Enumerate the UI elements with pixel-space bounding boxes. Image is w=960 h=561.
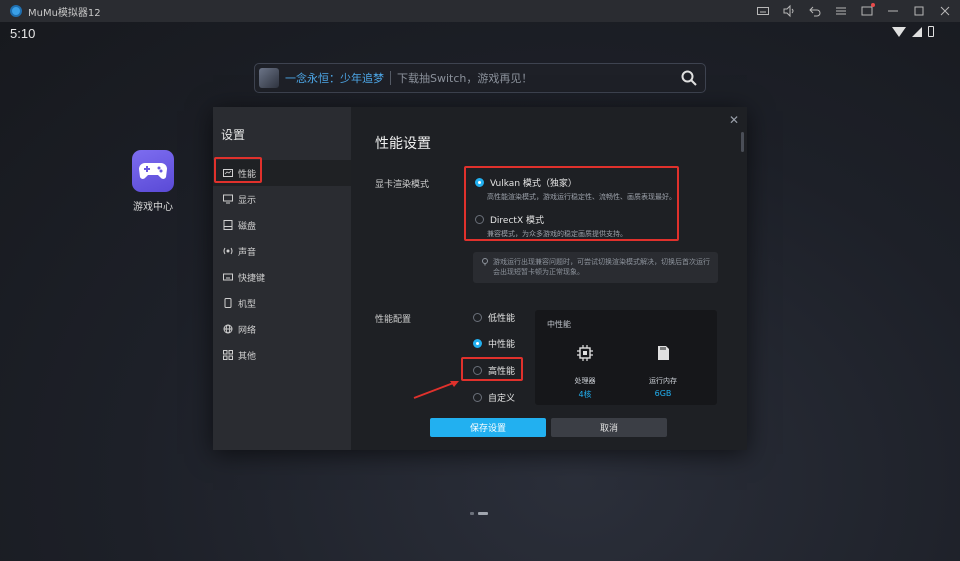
radio-unselected[interactable] [473, 393, 482, 402]
close-icon[interactable]: ✕ [729, 113, 739, 127]
settings-content: ✕ 性能设置 显卡渲染模式 Vulkan 模式（独家） 高性能渲染模式，游戏运行… [351, 107, 747, 450]
game-center-app[interactable]: 游戏中心 [128, 150, 178, 213]
sidebar-item-shortcuts[interactable]: 快捷键 [213, 264, 351, 290]
cpu-icon [577, 345, 593, 361]
performance-config-label: 性能配置 [375, 315, 412, 325]
radio-unselected[interactable] [473, 313, 482, 322]
titlebar-controls [756, 0, 952, 22]
monitor-icon [223, 194, 233, 204]
sidebar-item-device-model[interactable]: 机型 [213, 290, 351, 316]
settings-dialog: 设置 性能 显示 磁盘 声音 快捷键 机型 网络 其他 ✕ 性能设置 显卡渲染模… [213, 107, 747, 450]
perf-option-custom[interactable]: 自定义 [473, 391, 515, 404]
render-option-vulkan[interactable]: Vulkan 模式（独家） [475, 176, 577, 189]
sidebar-item-label: 磁盘 [238, 221, 257, 232]
minimize-icon[interactable] [886, 4, 900, 18]
sidebar-item-disk[interactable]: 磁盘 [213, 212, 351, 238]
cancel-button[interactable]: 取消 [551, 418, 667, 437]
notification-dot [871, 3, 875, 7]
info-pin-icon [482, 258, 488, 266]
search-icon[interactable] [681, 70, 697, 86]
window-titlebar: MuMu模拟器12 [0, 0, 960, 22]
radio-unselected[interactable] [475, 215, 484, 224]
page-indicator [470, 512, 488, 515]
keyboard-icon [223, 272, 233, 282]
ram-value: 6GB [654, 389, 672, 398]
sidebar-item-other[interactable]: 其他 [213, 342, 351, 368]
wifi-icon [892, 26, 906, 37]
phone-icon [223, 298, 233, 308]
page-dot [470, 512, 474, 515]
perf-option-name: 低性能 [488, 314, 516, 324]
ram-label: 运行内存 [649, 377, 677, 385]
sidebar-item-sound[interactable]: 声音 [213, 238, 351, 264]
render-option-directx[interactable]: DirectX 模式 [475, 213, 544, 226]
sidebar-item-label: 机型 [238, 299, 257, 310]
battery-icon [928, 26, 934, 37]
save-button[interactable]: 保存设置 [430, 418, 546, 437]
render-option-desc: 高性能渲染模式，游戏运行稳定性、流畅性、画质表现最好。 [487, 193, 676, 201]
perf-option-name: 自定义 [488, 394, 516, 404]
settings-sidebar: 设置 性能 显示 磁盘 声音 快捷键 机型 网络 其他 [213, 107, 351, 450]
window-title: MuMu模拟器12 [28, 7, 101, 19]
sidebar-item-label: 性能 [238, 169, 257, 180]
status-icons [892, 26, 934, 37]
sound-icon [223, 246, 233, 256]
cpu-value: 4核 [578, 390, 592, 399]
sidebar-item-network[interactable]: 网络 [213, 316, 351, 342]
search-bar[interactable]: 一念永恒：少年追梦 下载抽Switch，游戏再见！ [254, 63, 706, 93]
perf-option-high[interactable]: 高性能 [473, 364, 515, 377]
radio-selected[interactable] [475, 178, 484, 187]
render-option-name: Vulkan 模式（独家） [490, 179, 577, 189]
search-hot-text[interactable]: 一念永恒：少年追梦 [285, 70, 384, 86]
close-icon[interactable] [938, 4, 952, 18]
disk-icon [223, 220, 233, 230]
render-option-desc: 兼容模式，为众多游戏的稳定画质提供支持。 [487, 230, 627, 238]
status-time: 5:10 [10, 26, 36, 41]
page-title: 性能设置 [375, 136, 431, 152]
performance-icon [223, 168, 233, 178]
back-icon[interactable] [808, 4, 822, 18]
content-scrollbar[interactable] [741, 132, 744, 152]
search-game-thumbnail [259, 68, 279, 88]
gamepad-icon [132, 150, 174, 192]
menu-icon[interactable] [834, 4, 848, 18]
perf-option-name: 高性能 [488, 367, 516, 377]
perf-option-name: 中性能 [488, 340, 516, 350]
memory-card-icon [658, 346, 669, 360]
sidebar-item-label: 其他 [238, 351, 257, 362]
render-mode-label: 显卡渲染模式 [375, 180, 430, 190]
network-icon [223, 324, 233, 334]
radio-unselected[interactable] [473, 366, 482, 375]
ram-spec: 运行内存 6GB [633, 344, 693, 398]
perf-option-medium[interactable]: 中性能 [473, 337, 515, 350]
signal-icon [912, 26, 922, 37]
render-tip-text: 游戏运行出现兼容问题时，可尝试切换渲染模式解决，切换后首次运行会出现短暂卡顿为正… [493, 258, 710, 276]
keyboard-icon[interactable] [756, 4, 770, 18]
render-option-name: DirectX 模式 [490, 216, 544, 226]
performance-summary-card: 中性能 处理器 4核 运行内存 6GB [535, 310, 717, 405]
cpu-label: 处理器 [574, 377, 596, 385]
sidebar-item-label: 快捷键 [238, 273, 266, 284]
perf-card-title: 中性能 [547, 320, 571, 329]
game-center-label: 游戏中心 [133, 202, 173, 213]
sidebar-item-label: 显示 [238, 195, 257, 206]
maximize-icon[interactable] [912, 4, 926, 18]
sidebar-item-display[interactable]: 显示 [213, 186, 351, 212]
search-placeholder[interactable]: 下载抽Switch，游戏再见！ [397, 70, 532, 86]
settings-sidebar-title: 设置 [221, 128, 246, 142]
sidebar-item-label: 网络 [238, 325, 257, 336]
perf-option-low[interactable]: 低性能 [473, 311, 515, 324]
sidebar-item-label: 声音 [238, 247, 257, 258]
radio-selected[interactable] [473, 339, 482, 348]
page-dot-active [478, 512, 488, 515]
grid-icon [223, 350, 233, 360]
search-divider [390, 71, 391, 85]
cpu-spec: 处理器 4核 [555, 344, 615, 400]
app-logo-icon [10, 5, 22, 17]
render-tip-box: 游戏运行出现兼容问题时，可尝试切换渲染模式解决，切换后首次运行会出现短暂卡顿为正… [473, 252, 718, 283]
annotation-arrow-icon [413, 381, 459, 399]
notification-icon[interactable] [860, 3, 875, 18]
sidebar-item-performance[interactable]: 性能 [213, 160, 351, 186]
volume-icon[interactable] [782, 4, 796, 18]
